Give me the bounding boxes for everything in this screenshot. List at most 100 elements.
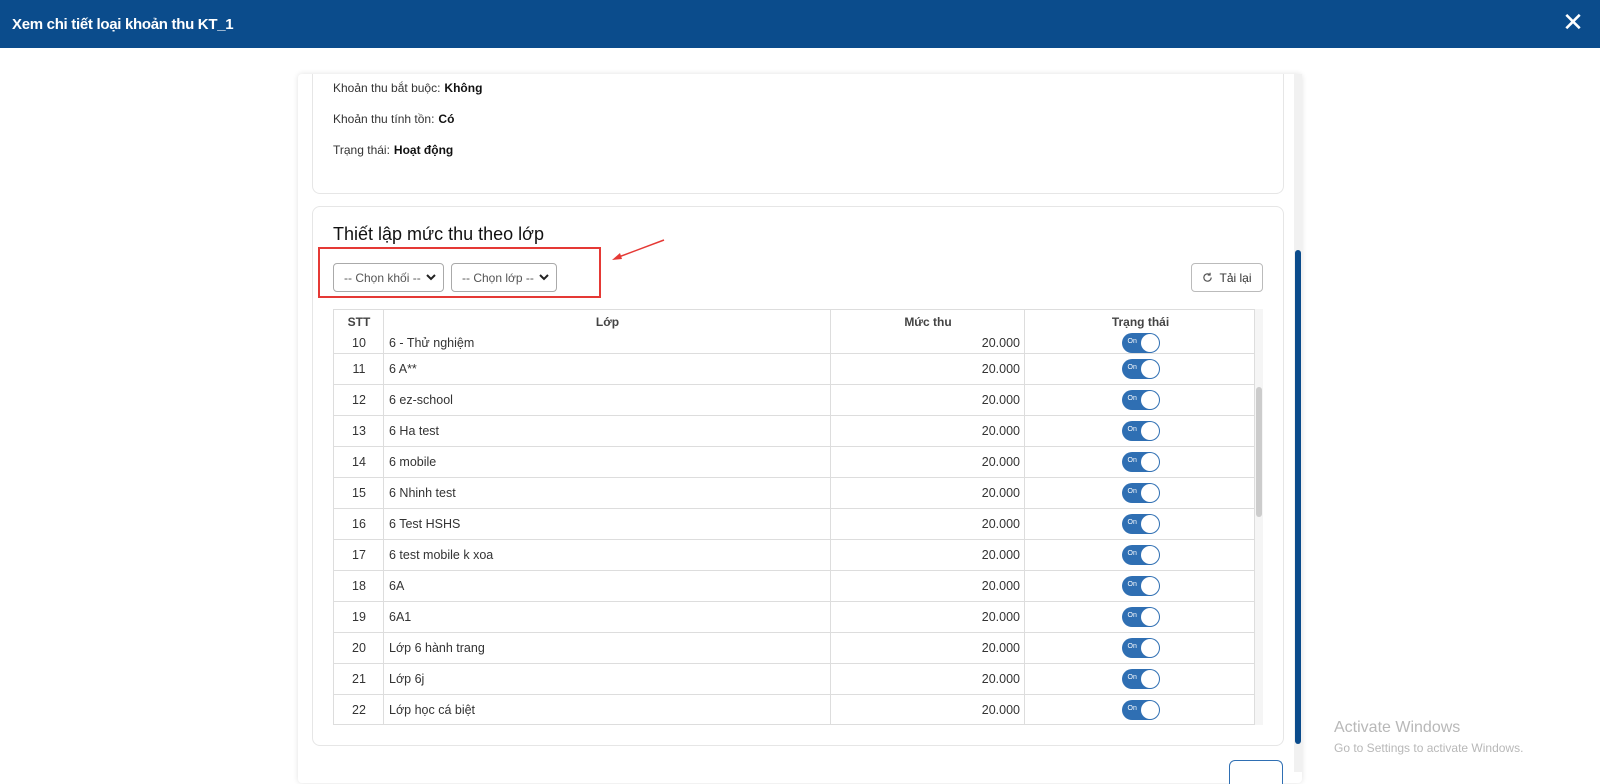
cell-class: Lớp 6j: [389, 672, 425, 686]
toggle-label: On: [1127, 550, 1137, 557]
info-carryover: Khoản thu tính tồn: Có: [333, 112, 455, 126]
toggle-knob: [1140, 360, 1159, 378]
fee-table: STT Lớp Mức thu Trạng thái 10 6 - Thử ngh…: [333, 309, 1255, 725]
modal-scrollbar-thumb[interactable]: [1295, 250, 1301, 744]
toggle-knob: [1140, 484, 1159, 502]
cell-class: 6A1: [389, 610, 412, 624]
chevron-down-icon: [539, 274, 549, 281]
table-row: 11 6 A** 20.000 On: [334, 354, 1254, 385]
cell-stt: 21: [352, 672, 366, 686]
cell-status: On: [1025, 602, 1254, 632]
status-toggle[interactable]: On: [1121, 332, 1160, 353]
toggle-label: On: [1127, 581, 1137, 588]
toggle-knob: [1140, 515, 1159, 533]
status-toggle[interactable]: On: [1121, 607, 1160, 627]
table-row: 18 6A 20.000 On: [334, 571, 1254, 602]
header-fee: Mức thu: [904, 315, 952, 329]
close-icon[interactable]: ✕: [1560, 9, 1586, 35]
cell-status: On: [1025, 447, 1254, 477]
table-row: 17 6 test mobile k xoa 20.000 On: [334, 540, 1254, 571]
info-required: Khoản thu bắt buộc: Không: [333, 81, 483, 95]
cell-class: 6 Nhinh test: [389, 486, 456, 500]
table-scrollbar-thumb[interactable]: [1256, 387, 1262, 517]
toggle-label: On: [1127, 612, 1137, 619]
cell-fee: 20.000: [981, 424, 1020, 438]
status-toggle[interactable]: On: [1121, 638, 1160, 658]
cell-class: 6 ez-school: [389, 393, 453, 407]
toggle-label: On: [1127, 457, 1137, 464]
table-row: 13 6 Ha test 20.000 On: [334, 416, 1254, 447]
status-toggle[interactable]: On: [1121, 669, 1160, 689]
section-title: Thiết lập mức thu theo lớp: [333, 224, 544, 244]
cell-fee: 20.000: [981, 672, 1020, 686]
status-toggle[interactable]: On: [1121, 483, 1160, 503]
cell-class: 6A: [389, 579, 405, 593]
cell-status: On: [1025, 385, 1254, 415]
windows-watermark: Activate Windows Go to Settings to activ…: [1334, 719, 1523, 755]
cell-status: On: [1025, 416, 1254, 446]
cell-fee: 20.000: [981, 455, 1020, 469]
footer-button[interactable]: [1229, 760, 1283, 784]
grade-select[interactable]: -- Chọn khối --: [333, 263, 444, 292]
table-row: 16 6 Test HSHS 20.000 On: [334, 509, 1254, 540]
annotation-arrow-icon: [612, 239, 665, 260]
status-toggle[interactable]: On: [1121, 421, 1160, 441]
status-toggle[interactable]: On: [1121, 390, 1160, 410]
status-toggle[interactable]: On: [1121, 576, 1160, 596]
table-scrollbar[interactable]: [1255, 309, 1263, 725]
cell-stt: 10: [352, 335, 366, 350]
cell-stt: 13: [352, 424, 366, 438]
toggle-knob: [1140, 577, 1159, 595]
toggle-label: On: [1127, 426, 1137, 433]
toggle-label: On: [1127, 674, 1137, 681]
table-row: 14 6 mobile 20.000 On: [334, 447, 1254, 478]
toggle-knob: [1140, 422, 1159, 440]
cell-class: Lớp 6 hành trang: [389, 641, 485, 655]
reload-button[interactable]: Tải lại: [1191, 263, 1263, 292]
cell-fee: 20.000: [981, 335, 1020, 350]
status-toggle[interactable]: On: [1121, 700, 1160, 720]
cell-status: On: [1025, 332, 1254, 353]
watermark-line1: Activate Windows: [1334, 719, 1461, 736]
toggle-label: On: [1127, 364, 1137, 371]
status-toggle[interactable]: On: [1121, 545, 1160, 565]
cell-stt: 17: [352, 548, 366, 562]
cell-class: 6 A**: [389, 362, 417, 376]
cell-fee: 20.000: [981, 641, 1020, 655]
header-stt: STT: [347, 315, 371, 329]
watermark-line2: Go to Settings to activate Windows.: [1334, 741, 1524, 755]
info-status: Trạng thái: Hoạt động: [333, 143, 454, 157]
cell-fee: 20.000: [981, 393, 1020, 407]
cell-stt: 16: [352, 517, 366, 531]
table-row: 19 6A1 20.000 On: [334, 602, 1254, 633]
cell-status: On: [1025, 354, 1254, 384]
cell-stt: 22: [352, 703, 366, 717]
toggle-label: On: [1127, 519, 1137, 526]
toggle-label: On: [1127, 705, 1137, 712]
cell-fee: 20.000: [981, 579, 1020, 593]
toggle-knob: [1140, 391, 1159, 409]
cell-fee: 20.000: [981, 610, 1020, 624]
cell-class: 6 Test HSHS: [389, 517, 461, 531]
status-toggle[interactable]: On: [1121, 359, 1160, 379]
toggle-label: On: [1127, 643, 1137, 650]
cell-stt: 18: [352, 579, 366, 593]
cell-class: 6 Ha test: [389, 424, 440, 438]
table-row: 10 6 - Thử nghiệm 20.000 On: [334, 332, 1254, 354]
toggle-knob: [1140, 608, 1159, 626]
toggle-knob: [1140, 670, 1159, 688]
toggle-knob: [1140, 639, 1159, 657]
toggle-knob: [1140, 333, 1159, 352]
cell-fee: 20.000: [981, 548, 1020, 562]
table-row: 15 6 Nhinh test 20.000 On: [334, 478, 1254, 509]
class-select[interactable]: -- Chọn lớp --: [451, 263, 557, 292]
status-toggle[interactable]: On: [1121, 452, 1160, 472]
toggle-label: On: [1127, 488, 1137, 495]
header-status: Trạng thái: [1111, 315, 1170, 329]
status-toggle[interactable]: On: [1121, 514, 1160, 534]
header-class: Lớp: [595, 315, 620, 329]
cell-stt: 11: [352, 362, 366, 376]
toggle-knob: [1140, 546, 1159, 564]
cell-status: On: [1025, 664, 1254, 694]
modal-title: Xem chi tiết loại khoản thu KT_1: [12, 15, 234, 33]
